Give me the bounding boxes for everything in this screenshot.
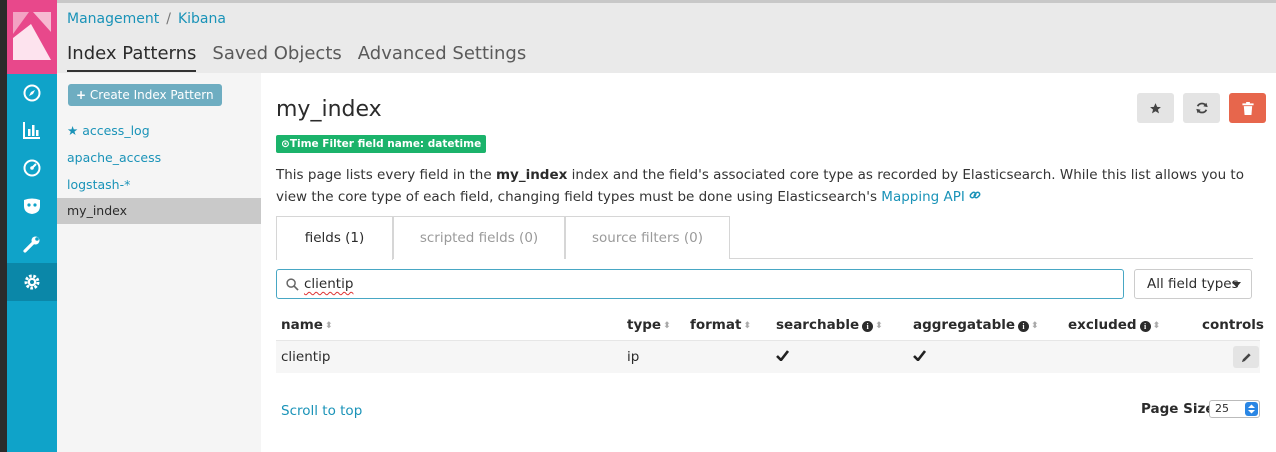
tab-source-filters[interactable]: source filters (0) xyxy=(565,216,730,259)
tab-index-patterns[interactable]: Index Patterns xyxy=(67,43,197,72)
global-sidebar xyxy=(7,0,57,452)
trash-icon xyxy=(1241,101,1254,115)
field-type-select[interactable]: All field types xyxy=(1134,269,1252,299)
tab-advanced-settings[interactable]: Advanced Settings xyxy=(358,43,526,72)
index-item-label: access_log xyxy=(82,123,150,138)
column-searchable[interactable]: searchable i ⬍ xyxy=(776,317,883,333)
mapping-api-label: Mapping API xyxy=(881,189,965,205)
time-filter-badge: ⊙Time Filter field name: datetime xyxy=(276,135,487,153)
edit-field-button[interactable] xyxy=(1233,346,1259,368)
management-tabs: Index Patterns Saved Objects Advanced Se… xyxy=(67,43,542,72)
index-item-logstash[interactable]: logstash-* xyxy=(57,172,261,198)
tab-fields[interactable]: fields (1) xyxy=(276,216,393,260)
stepper-arrows-icon xyxy=(1245,402,1258,416)
description-index-name: my_index xyxy=(495,167,568,183)
description-part1: This page lists every field in the xyxy=(276,167,492,183)
sort-icon: ⬍ xyxy=(1031,321,1039,331)
column-label: type xyxy=(627,317,662,333)
index-pattern-list: + Create Index Pattern ★ access_log apac… xyxy=(57,73,261,452)
sort-icon: ⬍ xyxy=(1152,321,1161,331)
cell-name: clientip xyxy=(281,349,331,365)
breadcrumb-management[interactable]: Management xyxy=(67,11,159,27)
dashboard-gauge-icon[interactable] xyxy=(7,149,57,187)
table-row: clientip ip xyxy=(276,340,1260,373)
search-value: clientip xyxy=(304,276,354,292)
create-index-pattern-button[interactable]: + Create Index Pattern xyxy=(68,84,222,106)
create-index-pattern-label: Create Index Pattern xyxy=(89,88,214,102)
kibana-app: Management / Kibana Index Patterns Saved O… xyxy=(0,0,1276,452)
page-size-label: Page Size xyxy=(1141,401,1215,417)
link-icon xyxy=(969,191,981,199)
sort-icon: ⬍ xyxy=(743,321,751,331)
caret-down-icon xyxy=(1232,282,1241,288)
star-icon: ★ xyxy=(67,123,79,138)
breadcrumb: Management / Kibana xyxy=(67,11,226,27)
plus-icon: + xyxy=(76,88,87,102)
column-label: excluded xyxy=(1068,317,1137,333)
page-size-value: 25 xyxy=(1215,402,1229,415)
page-size-select[interactable]: 25 xyxy=(1209,400,1260,418)
clock-icon: ⊙ xyxy=(281,138,290,150)
column-excluded[interactable]: excluded i ⬍ xyxy=(1068,317,1160,333)
field-tabs: fields (1) scripted fields (0) source fi… xyxy=(276,216,1253,260)
window-edge xyxy=(0,0,7,452)
field-type-value: All field types xyxy=(1147,276,1239,292)
sort-icon: ⬍ xyxy=(324,321,333,331)
tab-saved-objects[interactable]: Saved Objects xyxy=(212,43,341,72)
sort-icon: ⬍ xyxy=(663,321,671,331)
field-search-input[interactable]: clientip xyxy=(276,269,1124,299)
mapping-api-link[interactable]: Mapping API xyxy=(881,189,981,205)
breadcrumb-separator: / xyxy=(166,11,171,27)
column-label: format xyxy=(690,317,742,333)
page-header: Management / Kibana Index Patterns Saved O… xyxy=(57,3,1276,73)
info-icon[interactable]: i xyxy=(862,321,874,332)
scroll-to-top-link[interactable]: Scroll to top xyxy=(281,403,362,419)
pencil-icon xyxy=(1241,352,1251,362)
info-icon[interactable]: i xyxy=(1139,321,1151,332)
wrench-icon[interactable] xyxy=(7,225,57,263)
cell-type: ip xyxy=(627,349,640,365)
timelion-mask-icon[interactable] xyxy=(7,187,57,225)
sort-icon: ⬍ xyxy=(875,321,883,331)
time-filter-label: Time Filter field name: datetime xyxy=(289,138,482,150)
index-item-access-log[interactable]: ★ access_log xyxy=(57,118,261,144)
column-name[interactable]: name ⬍ xyxy=(281,317,333,333)
column-aggregatable[interactable]: aggregatable i ⬍ xyxy=(913,317,1039,333)
column-type[interactable]: type ⬍ xyxy=(627,317,671,333)
column-controls: controls xyxy=(1202,317,1264,333)
column-format[interactable]: format ⬍ xyxy=(690,317,751,333)
compass-icon[interactable] xyxy=(7,74,57,112)
info-icon[interactable]: i xyxy=(1018,321,1030,332)
fields-table-header: name ⬍ type ⬍ format ⬍ searchable i ⬍ aggrega… xyxy=(276,313,1264,339)
breadcrumb-kibana[interactable]: Kibana xyxy=(178,11,226,27)
refresh-icon xyxy=(1195,102,1208,114)
refresh-fields-button[interactable] xyxy=(1183,93,1220,123)
index-pattern-detail: my_index ⊙Time Filter field name: dateti… xyxy=(276,73,1266,452)
page-description: This page lists every field in the my_in… xyxy=(276,164,1266,208)
tab-scripted-fields[interactable]: scripted fields (0) xyxy=(393,216,565,259)
gear-icon[interactable] xyxy=(7,263,57,301)
index-item-apache-access[interactable]: apache_access xyxy=(57,145,261,171)
star-icon xyxy=(1150,102,1161,113)
column-label: aggregatable xyxy=(913,317,1016,333)
bar-chart-icon[interactable] xyxy=(7,111,57,149)
delete-index-pattern-button[interactable] xyxy=(1229,93,1266,123)
page-title: my_index xyxy=(276,97,382,122)
column-label: searchable xyxy=(776,317,860,333)
set-default-button[interactable] xyxy=(1137,93,1174,123)
aggregatable-check-icon xyxy=(913,349,927,365)
kibana-logo[interactable] xyxy=(7,0,57,74)
search-icon xyxy=(286,278,299,291)
column-label: name xyxy=(281,317,323,333)
searchable-check-icon xyxy=(776,349,790,365)
index-item-my-index[interactable]: my_index xyxy=(57,198,261,224)
